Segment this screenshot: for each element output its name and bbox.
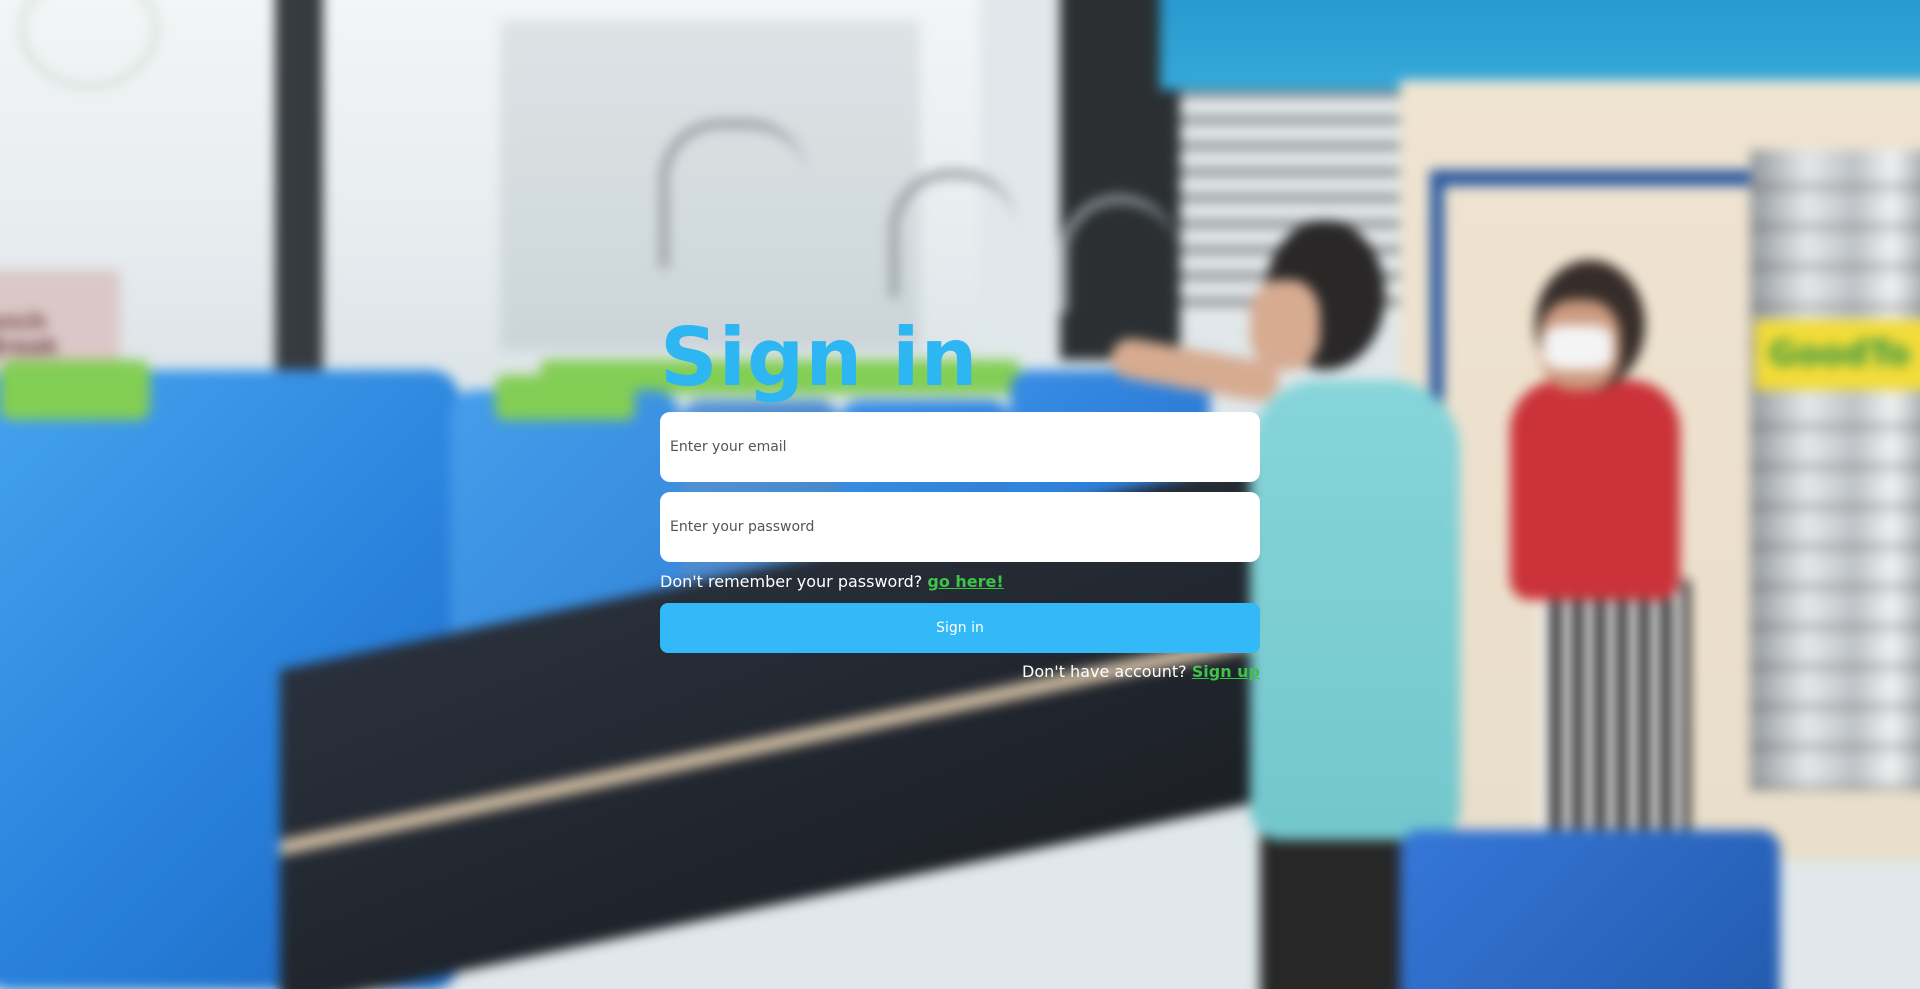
login-screen: unch Break GoodTo (0, 0, 1920, 989)
forgot-password-text: Don't remember your password? (660, 572, 923, 591)
forgot-password-row: Don't remember your password? go here! (660, 572, 1004, 591)
signup-row: Don't have account? Sign up (1022, 662, 1260, 681)
signup-text: Don't have account? (1022, 662, 1187, 681)
page-title: Sign in (660, 311, 979, 404)
signin-form: Sign in Don't remember your password? go… (660, 310, 1260, 681)
signin-button[interactable]: Sign in (660, 603, 1260, 653)
email-field[interactable] (660, 412, 1260, 482)
signup-link[interactable]: Sign up (1192, 662, 1260, 681)
password-field[interactable] (660, 492, 1260, 562)
forgot-password-link[interactable]: go here! (927, 572, 1003, 591)
